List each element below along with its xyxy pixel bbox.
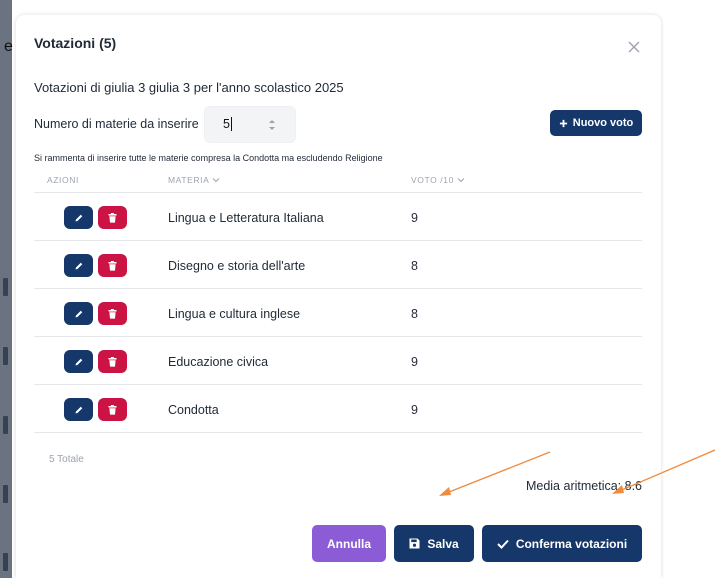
background-mark: [3, 485, 8, 503]
edit-button[interactable]: [64, 398, 93, 421]
column-header-actions: AZIONI: [47, 175, 79, 185]
arithmetic-average: Media aritmetica: 8.6: [525, 479, 642, 493]
table-row: Condotta 9: [34, 384, 642, 433]
subject-cell: Lingua e Letteratura Italiana: [168, 211, 324, 225]
row-total: 5 Totale: [49, 454, 84, 465]
grade-cell: 9: [411, 403, 418, 417]
delete-button[interactable]: [98, 398, 127, 421]
subject-cell: Disegno e storia dell'arte: [168, 259, 306, 273]
subject-count-input[interactable]: 5: [204, 106, 296, 143]
subject-cell: Condotta: [168, 403, 219, 417]
edit-button[interactable]: [64, 254, 93, 277]
close-button[interactable]: [626, 39, 642, 55]
subject-count-value: 5: [223, 117, 230, 131]
cancel-label: Annulla: [327, 536, 371, 551]
close-icon: [628, 41, 640, 53]
modal-subtitle: Votazioni di giulia 3 giulia 3 per l'ann…: [34, 80, 344, 95]
save-button[interactable]: Salva: [394, 525, 474, 562]
text-caret: [231, 117, 232, 131]
background-text: e: [4, 38, 13, 55]
column-header-subject[interactable]: MATERIA: [168, 175, 220, 185]
trash-icon: [108, 260, 117, 271]
table-row: Lingua e cultura inglese 8: [34, 288, 642, 337]
new-vote-label: Nuovo voto: [572, 117, 634, 129]
new-vote-button[interactable]: Nuovo voto: [550, 110, 642, 136]
reminder-note: Si rammenta di inserire tutte le materie…: [34, 153, 383, 163]
floppy-disk-icon: [409, 538, 420, 549]
background-mark: [3, 278, 8, 296]
grade-cell: 9: [411, 355, 418, 369]
column-header-subject-label: MATERIA: [168, 175, 210, 185]
edit-button[interactable]: [64, 206, 93, 229]
check-icon: [497, 539, 509, 549]
column-header-grade[interactable]: VOTO /10: [411, 175, 465, 185]
table-row: Lingua e Letteratura Italiana 9: [34, 192, 642, 241]
table-row: Disegno e storia dell'arte 8: [34, 240, 642, 289]
trash-icon: [108, 308, 117, 319]
delete-button[interactable]: [98, 302, 127, 325]
trash-icon: [108, 356, 117, 367]
background-mark: [3, 347, 8, 365]
table-row: Educazione civica 9: [34, 336, 642, 385]
trash-icon: [108, 404, 117, 415]
plus-icon: [559, 119, 567, 127]
delete-button[interactable]: [98, 350, 127, 373]
confirm-votes-label: Conferma votazioni: [515, 536, 628, 551]
pencil-icon: [75, 214, 82, 221]
background-mark: [3, 553, 8, 571]
pencil-icon: [75, 262, 82, 269]
save-label: Salva: [427, 536, 459, 551]
confirm-votes-button[interactable]: Conferma votazioni: [482, 525, 642, 562]
delete-button[interactable]: [98, 206, 127, 229]
background-mark: [3, 416, 8, 434]
background-page-strip: e: [0, 0, 13, 578]
delete-button[interactable]: [98, 254, 127, 277]
pencil-icon: [75, 406, 82, 413]
grade-cell: 9: [411, 211, 418, 225]
cancel-button[interactable]: Annulla: [312, 525, 386, 562]
column-header-actions-label: AZIONI: [47, 175, 79, 185]
votes-modal: Votazioni (5) Votazioni di giulia 3 giul…: [16, 15, 661, 578]
chevron-down-icon: [457, 178, 465, 183]
subject-cell: Lingua e cultura inglese: [168, 307, 301, 321]
edit-button[interactable]: [64, 302, 93, 325]
chevron-down-icon: [213, 178, 220, 183]
subject-count-label: Numero di materie da inserire: [34, 117, 199, 131]
pencil-icon: [75, 358, 82, 365]
trash-icon: [108, 212, 117, 223]
grade-cell: 8: [411, 259, 418, 273]
subject-cell: Educazione civica: [168, 355, 269, 369]
modal-title: Votazioni (5): [34, 35, 117, 51]
stepper-arrows-icon[interactable]: [267, 118, 277, 132]
edit-button[interactable]: [64, 350, 93, 373]
grade-cell: 8: [411, 307, 418, 321]
column-header-grade-label: VOTO /10: [411, 175, 454, 185]
pencil-icon: [75, 310, 82, 317]
